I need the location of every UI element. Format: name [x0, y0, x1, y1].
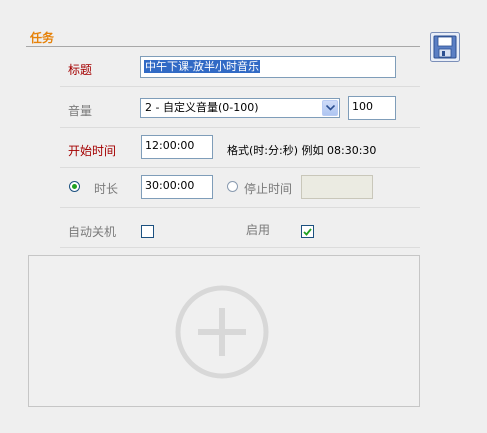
add-item-area[interactable]	[28, 255, 420, 407]
section-title: 任务	[30, 31, 55, 45]
chevron-down-icon	[325, 105, 335, 111]
stop-time-input[interactable]	[301, 175, 373, 199]
save-button[interactable]	[430, 32, 460, 62]
stop-time-radio[interactable]	[227, 181, 238, 192]
row-divider	[60, 127, 420, 128]
volume-select[interactable]: 2 - 自定义音量(0-100)	[140, 98, 340, 118]
volume-dropdown-button[interactable]	[322, 100, 338, 116]
volume-label: 音量	[68, 104, 93, 118]
volume-select-value: 2 - 自定义音量(0-100)	[145, 101, 259, 114]
row-divider	[60, 167, 420, 168]
title-input-value: 中午下课-放半小时音乐	[144, 60, 260, 73]
title-label: 标题	[68, 63, 93, 77]
duration-input[interactable]: 30:00:00	[141, 175, 213, 199]
auto-shutdown-label: 自动关机	[68, 225, 117, 239]
time-format-hint: 格式(时:分:秒) 例如 08:30:30	[227, 144, 377, 157]
plus-icon	[175, 285, 269, 379]
enable-label: 启用	[246, 223, 271, 237]
volume-value-input[interactable]: 100	[348, 96, 396, 120]
row-divider	[60, 247, 420, 248]
title-input[interactable]: 中午下课-放半小时音乐	[140, 56, 396, 78]
duration-label: 时长	[94, 182, 119, 196]
section-divider	[26, 46, 420, 47]
start-time-input[interactable]: 12:00:00	[141, 135, 213, 159]
duration-radio[interactable]	[69, 181, 80, 192]
radio-selected-dot	[72, 184, 77, 189]
stop-time-label: 停止时间	[244, 182, 293, 196]
start-time-label: 开始时间	[68, 144, 117, 158]
row-divider	[60, 207, 420, 208]
check-icon	[303, 227, 312, 236]
save-icon	[430, 32, 460, 62]
row-divider	[60, 86, 420, 87]
enable-checkbox[interactable]	[301, 225, 314, 238]
auto-shutdown-checkbox[interactable]	[141, 225, 154, 238]
